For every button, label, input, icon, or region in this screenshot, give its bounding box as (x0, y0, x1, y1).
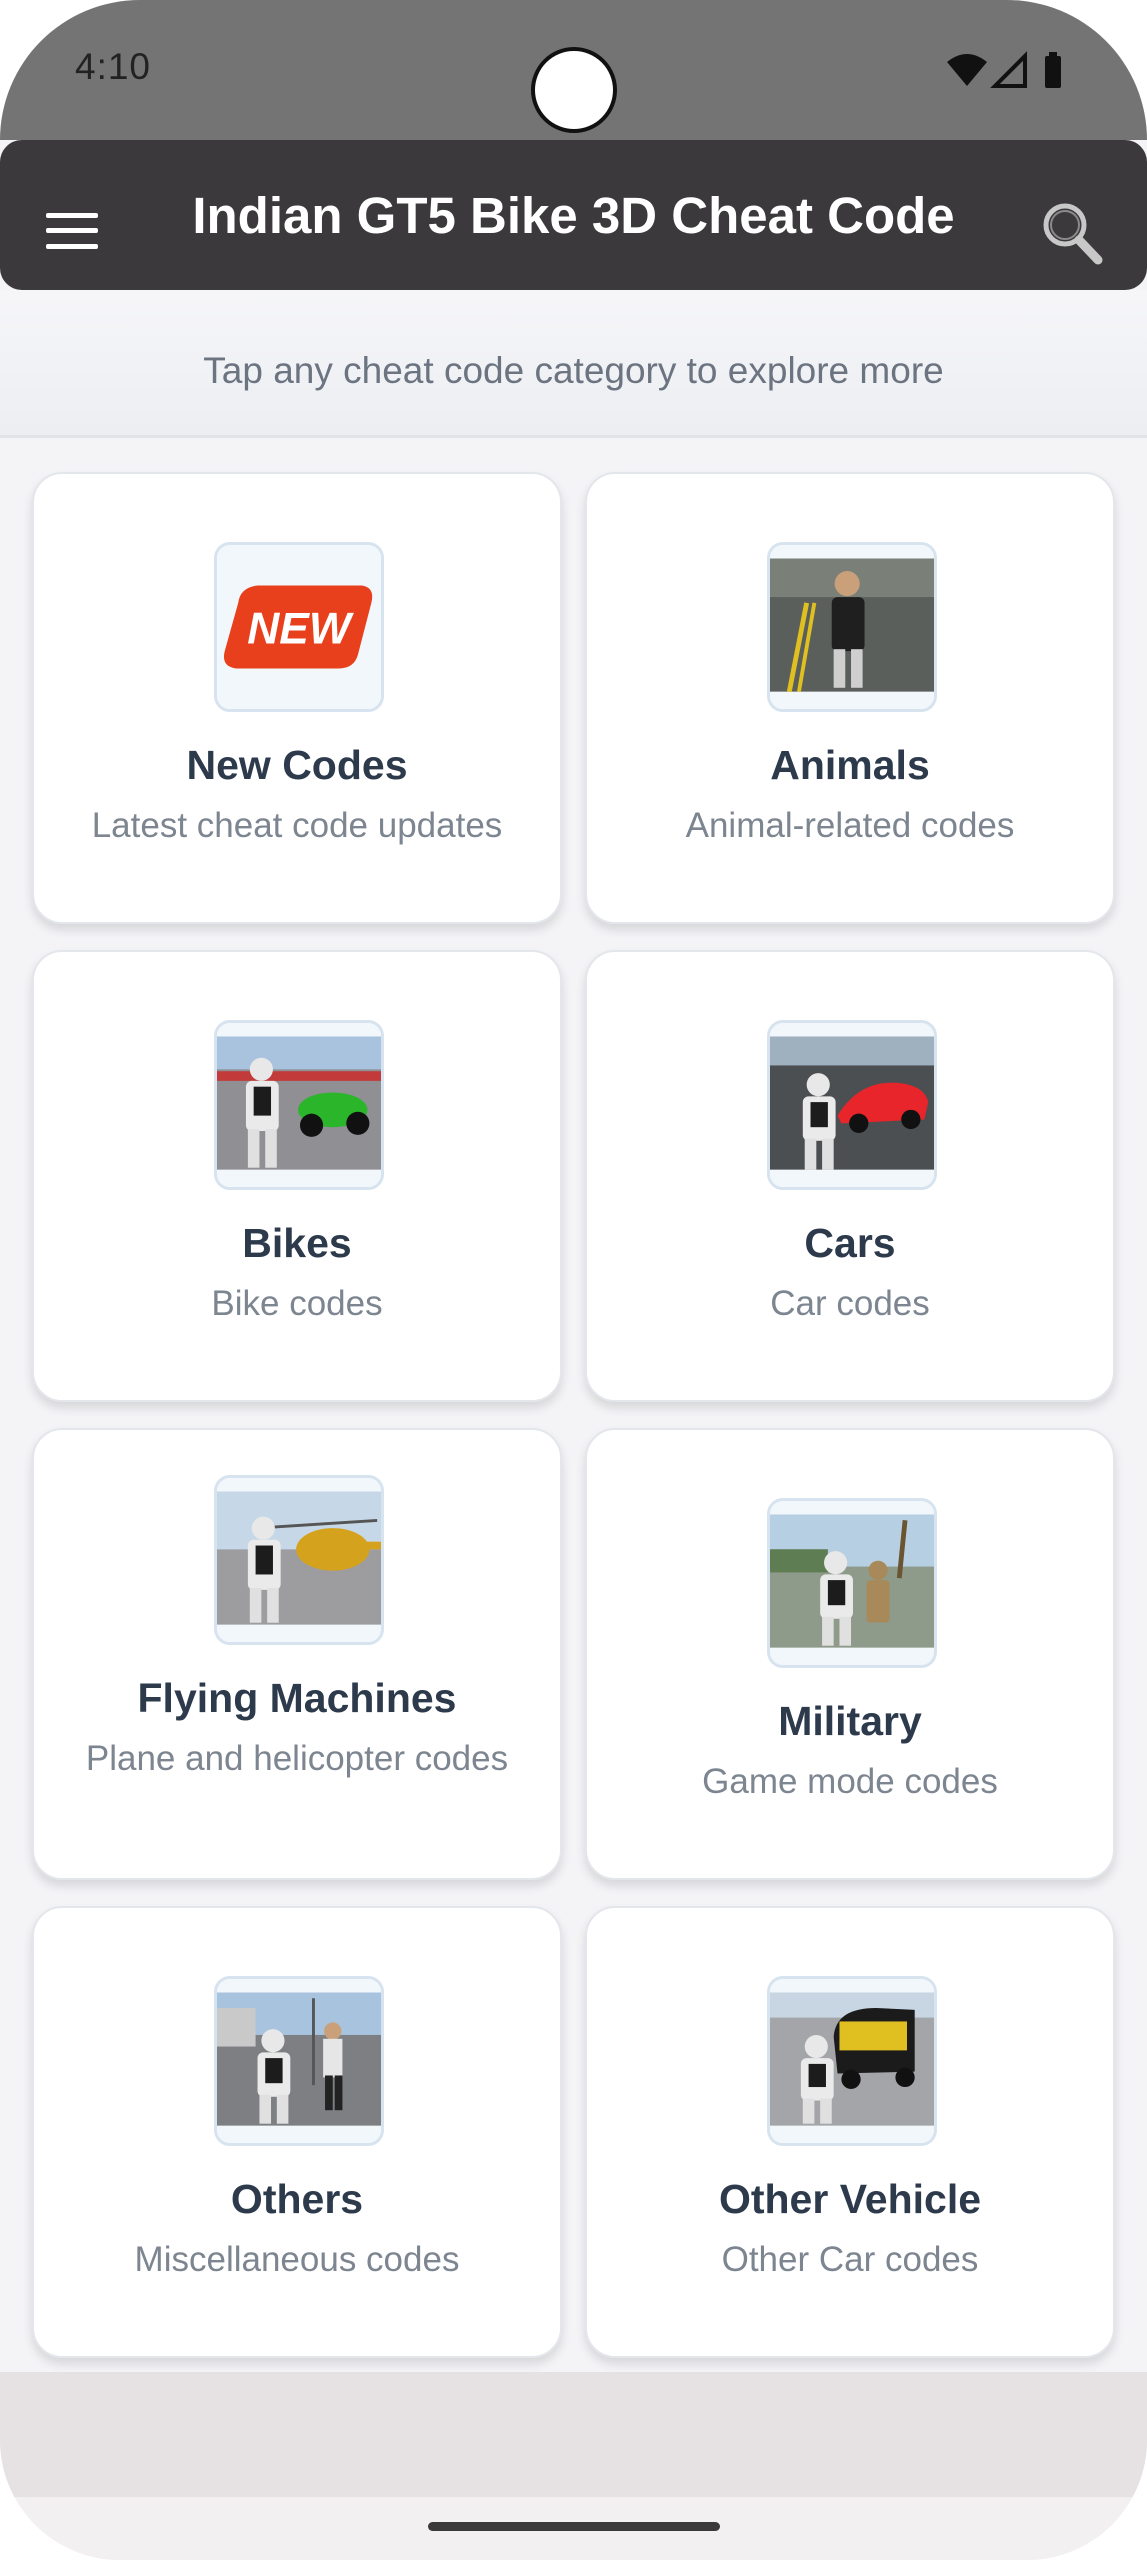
card-description: Plane and helicopter codes (85, 1739, 509, 1778)
signal-icon (990, 51, 1027, 88)
other-vehicle-thumbnail-icon (767, 1976, 937, 2146)
card-description: Bike codes (211, 1284, 383, 1323)
card-title: Others (230, 2176, 364, 2222)
cars-thumbnail-icon (767, 1020, 937, 1190)
card-description: Car codes (770, 1284, 930, 1323)
app-title: Indian GT5 Bike 3D Cheat Code (192, 187, 955, 244)
bottom-band (0, 2372, 1147, 2497)
status-icons (947, 51, 1061, 88)
home-indicator[interactable] (428, 2522, 720, 2531)
phone-screen: 4:10 Indian GT5 Bike 3D Cheat Code Tap a… (0, 0, 1147, 2560)
wifi-icon (947, 54, 987, 86)
app-bar: Indian GT5 Bike 3D Cheat Code (0, 140, 1147, 290)
search-icon[interactable] (1040, 200, 1104, 266)
card-title: Military (778, 1698, 922, 1744)
card-title: Flying Machines (137, 1675, 457, 1721)
card-title: New Codes (186, 742, 408, 788)
status-time: 4:10 (75, 46, 152, 87)
category-card-bikes[interactable]: Bikes Bike codes (32, 950, 562, 1402)
category-card-cars[interactable]: Cars Car codes (585, 950, 1115, 1402)
bikes-thumbnail-icon (214, 1020, 384, 1190)
category-card-military[interactable]: Military Game mode codes (585, 1428, 1115, 1880)
camera-cutout (531, 47, 617, 133)
battery-icon (1045, 56, 1061, 88)
animals-thumbnail-icon (767, 542, 937, 712)
card-title: Cars (804, 1220, 896, 1266)
status-bar: 4:10 (0, 0, 1147, 140)
category-card-other-vehicle[interactable]: Other Vehicle Other Car codes (585, 1906, 1115, 2358)
category-card-others[interactable]: Others Miscellaneous codes (32, 1906, 562, 2358)
card-description: Latest cheat code updates (91, 806, 503, 845)
card-description: Other Car codes (721, 2240, 979, 2279)
subtitle-band: Tap any cheat code category to explore m… (0, 290, 1147, 438)
new-badge-text: NEW (247, 604, 355, 653)
subtitle: Tap any cheat code category to explore m… (203, 350, 944, 391)
category-card-animals[interactable]: Animals Animal-related codes (585, 472, 1115, 924)
others-thumbnail-icon (214, 1976, 384, 2146)
military-thumbnail-icon (767, 1498, 937, 1668)
category-card-new-codes[interactable]: NEW New Codes Latest cheat code updates (32, 472, 562, 924)
card-title: Other Vehicle (718, 2176, 982, 2222)
new-badge-icon: NEW (214, 542, 384, 712)
card-description: Miscellaneous codes (134, 2240, 460, 2279)
card-title: Bikes (242, 1220, 352, 1266)
card-description: Game mode codes (702, 1762, 998, 1801)
card-title: Animals (770, 742, 930, 788)
card-description: Animal-related codes (685, 806, 1015, 845)
category-card-flying-machines[interactable]: Flying Machines Plane and helicopter cod… (32, 1428, 562, 1880)
flying-machines-thumbnail-icon (214, 1475, 384, 1645)
